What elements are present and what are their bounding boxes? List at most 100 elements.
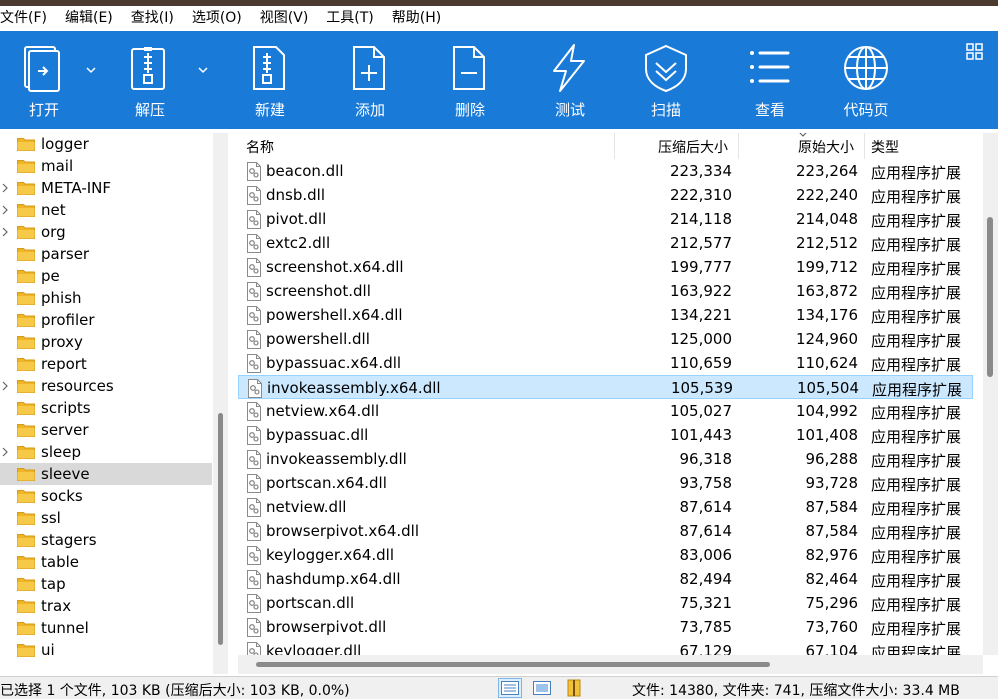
menu-item[interactable]: 帮助(H) (383, 6, 450, 31)
tree-folder-item[interactable]: tunnel (0, 617, 212, 639)
tree-scrollbar-thumb[interactable] (218, 413, 223, 645)
tree-folder-item[interactable]: mail (0, 155, 212, 177)
list-vertical-scrollbar[interactable] (983, 133, 998, 655)
file-row[interactable]: netview.dll 87,614 87,584 应用程序扩展 (238, 495, 973, 519)
file-row[interactable]: beacon.dll 223,334 223,264 应用程序扩展 (238, 159, 973, 183)
menu-item[interactable]: 编辑(E) (56, 6, 122, 31)
file-name: powershell.dll (266, 330, 370, 348)
folder-icon (17, 512, 35, 525)
file-row[interactable]: invokeassembly.dll 96,318 96,288 应用程序扩展 (238, 447, 973, 471)
dll-file-icon (248, 379, 262, 398)
file-row[interactable]: keylogger.x64.dll 83,006 82,976 应用程序扩展 (238, 543, 973, 567)
tree-folder-label: profiler (41, 311, 95, 329)
open-button[interactable]: 打开 (18, 31, 70, 129)
tree-folder-label: resources (41, 377, 114, 395)
toolbar: 打开 解压 新建 添加 删除 测试 扫描 查看 代码页 (0, 31, 998, 129)
folder-icon (17, 490, 35, 503)
file-row[interactable]: powershell.dll 125,000 124,960 应用程序扩展 (238, 327, 973, 351)
file-row[interactable]: portscan.x64.dll 93,758 93,728 应用程序扩展 (238, 471, 973, 495)
folder-icon (17, 270, 35, 283)
file-row[interactable]: pivot.dll 214,118 214,048 应用程序扩展 (238, 207, 973, 231)
folder-icon (17, 380, 35, 393)
tree-folder-item[interactable]: table (0, 551, 212, 573)
tree-folder-item[interactable]: report (0, 353, 212, 375)
menu-item[interactable]: 工具(T) (317, 6, 382, 31)
list-horizontal-scrollbar-thumb[interactable] (256, 662, 770, 667)
test-button[interactable]: 测试 (544, 31, 596, 129)
tree-folder-item[interactable]: META-INF (0, 177, 212, 199)
chevron-right-icon[interactable] (0, 183, 10, 193)
tree-folder-item[interactable]: ui (0, 639, 212, 661)
tree-folder-item[interactable]: ssl (0, 507, 212, 529)
file-row[interactable]: extc2.dll 212,577 212,512 应用程序扩展 (238, 231, 973, 255)
file-row[interactable]: invokeassembly.x64.dll 105,539 105,504 应用程序… (238, 375, 973, 399)
chevron-down-icon[interactable] (84, 63, 98, 77)
tree-folder-item[interactable]: trax (0, 595, 212, 617)
scan-button[interactable]: 扫描 (640, 31, 692, 129)
column-name[interactable]: 名称 (246, 137, 274, 157)
tree-folder-item[interactable]: net (0, 199, 212, 221)
new-archive-icon (253, 46, 285, 90)
tree-folder-item[interactable]: proxy (0, 331, 212, 353)
tree-folder-item[interactable]: parser (0, 243, 212, 265)
tree-folder-item[interactable]: sleeve (0, 463, 212, 485)
tree-folder-item[interactable]: phish (0, 287, 212, 309)
view-button[interactable]: 查看 (744, 31, 796, 129)
column-type[interactable]: 类型 (871, 137, 899, 157)
column-packed-size[interactable]: 压缩后大小 (658, 137, 728, 157)
column-separator[interactable] (864, 133, 865, 159)
grid-icon[interactable] (966, 43, 984, 65)
file-row[interactable]: powershell.x64.dll 134,221 134,176 应用程序扩展 (238, 303, 973, 327)
tree-folder-item[interactable]: tap (0, 573, 212, 595)
tree-folder-label: phish (41, 289, 82, 307)
chevron-down-icon[interactable] (196, 63, 210, 77)
tree-folder-item[interactable]: org (0, 221, 212, 243)
list-vertical-scrollbar-thumb[interactable] (987, 217, 993, 377)
folder-icon (17, 248, 35, 261)
codepage-button[interactable]: 代码页 (840, 31, 892, 129)
file-row[interactable]: browserpivot.dll 73,785 73,760 应用程序扩展 (238, 615, 973, 639)
list-horizontal-scrollbar[interactable] (238, 655, 983, 674)
tree-folder-item[interactable]: server (0, 419, 212, 441)
archive-info-icon[interactable] (562, 678, 586, 698)
menu-item[interactable]: 查找(I) (122, 6, 183, 31)
file-type: 应用程序扩展 (871, 572, 962, 590)
extract-button[interactable]: 解压 (124, 31, 176, 129)
tree-folder-item[interactable]: socks (0, 485, 212, 507)
tree-folder-item[interactable]: profiler (0, 309, 212, 331)
file-row[interactable]: bypassuac.dll 101,443 101,408 应用程序扩展 (238, 423, 973, 447)
file-row[interactable]: bypassuac.x64.dll 110,659 110,624 应用程序扩展 (238, 351, 973, 375)
column-original-size[interactable]: 原始大小 (798, 137, 854, 157)
tree-folder-item[interactable]: resources (0, 375, 212, 397)
tree-folder-label: socks (41, 487, 83, 505)
tree-scrollbar[interactable] (213, 133, 228, 674)
file-row[interactable]: browserpivot.x64.dll 87,614 87,584 应用程序扩展 (238, 519, 973, 543)
chevron-right-icon[interactable] (0, 381, 10, 391)
add-button[interactable]: 添加 (344, 31, 396, 129)
file-row[interactable]: netview.x64.dll 105,027 104,992 应用程序扩展 (238, 399, 973, 423)
details-view-icon[interactable] (498, 678, 522, 698)
chevron-right-icon[interactable] (0, 447, 10, 457)
menu-item[interactable]: 文件(F) (0, 6, 56, 31)
tree-folder-item[interactable]: pe (0, 265, 212, 287)
tree-folder-item[interactable]: stagers (0, 529, 212, 551)
file-row[interactable]: hashdump.x64.dll 82,494 82,464 应用程序扩展 (238, 567, 973, 591)
chevron-right-icon[interactable] (0, 227, 10, 237)
file-row[interactable]: screenshot.dll 163,922 163,872 应用程序扩展 (238, 279, 973, 303)
menu-item[interactable]: 选项(O) (183, 6, 251, 31)
menu-item[interactable]: 视图(V) (251, 6, 318, 31)
tree-folder-item[interactable]: scripts (0, 397, 212, 419)
column-separator[interactable] (614, 133, 615, 159)
chevron-right-icon[interactable] (0, 205, 10, 215)
column-separator[interactable] (738, 133, 739, 159)
new-button[interactable]: 新建 (244, 31, 296, 129)
tree-folder-item[interactable]: sleep (0, 441, 212, 463)
file-row[interactable]: portscan.dll 75,321 75,296 应用程序扩展 (238, 591, 973, 615)
file-row[interactable]: dnsb.dll 222,310 222,240 应用程序扩展 (238, 183, 973, 207)
file-original-size: 87,584 (805, 498, 859, 516)
tree-folder-label: org (41, 223, 66, 241)
delete-button[interactable]: 删除 (444, 31, 496, 129)
thumbnail-view-icon[interactable] (530, 678, 554, 698)
tree-folder-item[interactable]: logger (0, 133, 212, 155)
file-row[interactable]: screenshot.x64.dll 199,777 199,712 应用程序扩展 (238, 255, 973, 279)
